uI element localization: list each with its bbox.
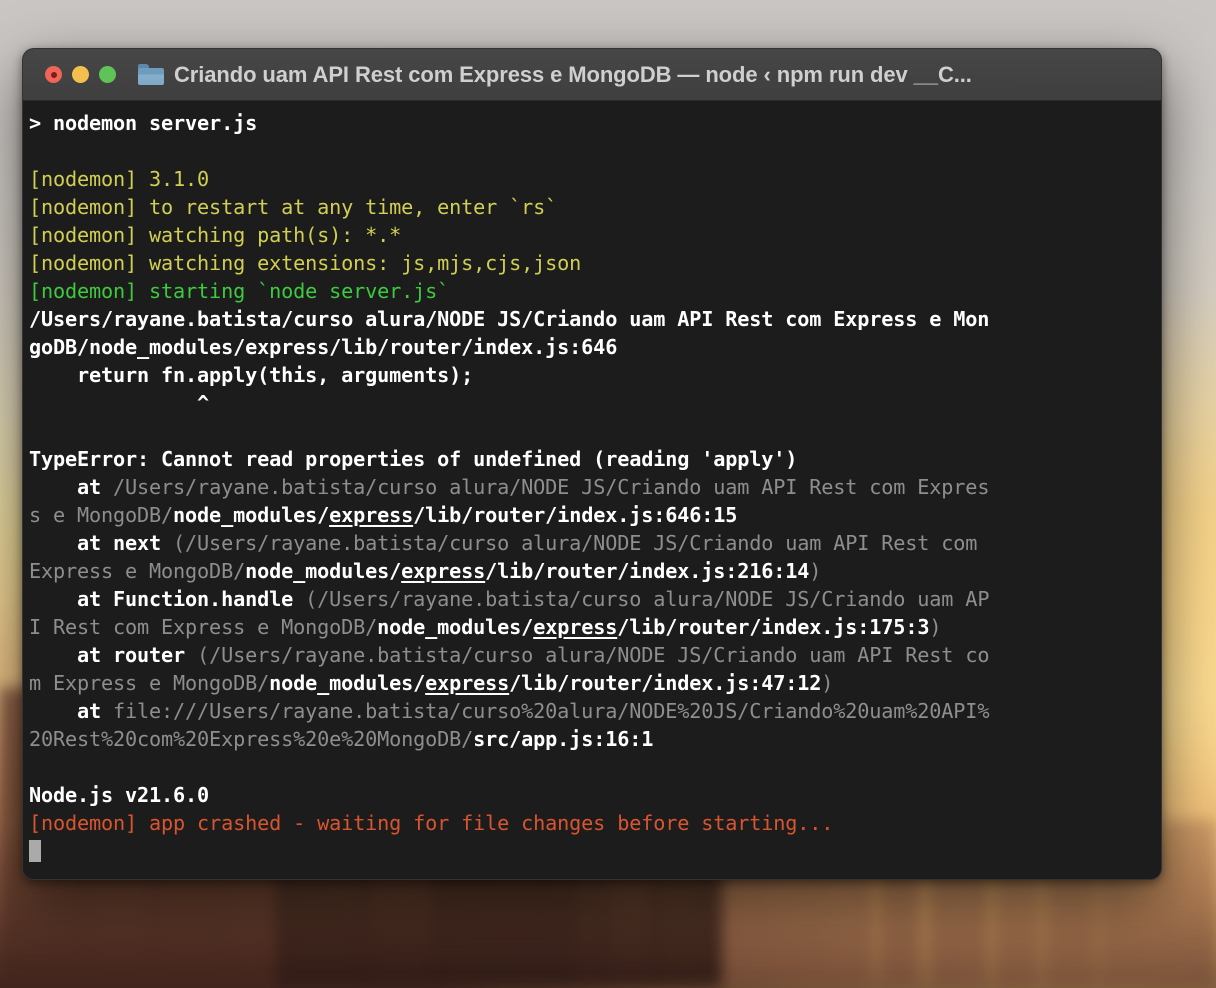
terminal-text-span: express — [401, 559, 486, 583]
terminal-text-span: Express e MongoDB/ — [29, 559, 246, 583]
terminal-text-span: [nodemon] watching path(s): *.* — [29, 223, 402, 247]
terminal-text-span: [nodemon] starting `node server.js` — [29, 279, 450, 303]
maximize-button[interactable] — [99, 66, 116, 83]
terminal-text-span: I Rest com Express e MongoDB/ — [29, 615, 378, 639]
terminal-cursor-line — [29, 837, 1161, 865]
terminal-text-span: ) — [809, 559, 822, 583]
terminal-text-span: /lib/router/index.js:47:12 — [509, 671, 822, 695]
terminal-text-span — [29, 755, 41, 779]
terminal-text-span: ) — [929, 615, 942, 639]
terminal-text-span: /lib/router/index.js:646:15 — [413, 503, 738, 527]
terminal-text-span: goDB/node_modules/express/lib/router/ind… — [29, 335, 618, 359]
terminal-text-span: return fn.apply(this, arguments); — [29, 363, 474, 387]
close-button[interactable] — [45, 66, 62, 83]
terminal-output[interactable]: > nodemon server.js [nodemon] 3.1.0 [node… — [23, 101, 1161, 879]
terminal-line: I Rest com Express e MongoDB/node_module… — [29, 613, 1161, 641]
terminal-text-span: TypeError: Cannot read properties of und… — [29, 447, 798, 471]
terminal-line: Express e MongoDB/node_modules/express/l… — [29, 557, 1161, 585]
terminal-text-span: node_modules/ — [173, 503, 330, 527]
terminal-text-span: at — [29, 699, 114, 723]
terminal-line: at Function.handle (/Users/rayane.batist… — [29, 585, 1161, 613]
terminal-line: ^ — [29, 389, 1161, 417]
window-title: Criando uam API Rest com Express e Mongo… — [174, 61, 972, 87]
terminal-text-span: node_modules/ — [377, 615, 534, 639]
terminal-text-span: /lib/router/index.js:216:14 — [485, 559, 810, 583]
terminal-line — [29, 137, 1161, 165]
terminal-line: Node.js v21.6.0 — [29, 781, 1161, 809]
terminal-line: [nodemon] watching extensions: js,mjs,cj… — [29, 249, 1161, 277]
terminal-text-span: at — [29, 475, 114, 499]
terminal-text-span: express — [329, 503, 414, 527]
terminal-text-span: Node.js v21.6.0 — [29, 783, 210, 807]
terminal-line: TypeError: Cannot read properties of und… — [29, 445, 1161, 473]
terminal-text-span: src/app.js:16:1 — [473, 727, 654, 751]
terminal-line: 20Rest%20com%20Express%20e%20MongoDB/src… — [29, 725, 1161, 753]
terminal-text-span: m Express e MongoDB/ — [29, 671, 270, 695]
desktop-wallpaper: Criando uam API Rest com Express e Mongo… — [0, 0, 1216, 988]
terminal-line: at router (/Users/rayane.batista/curso a… — [29, 641, 1161, 669]
terminal-text-span: /Users/rayane.batista/curso alura/NODE J… — [113, 475, 990, 499]
terminal-line — [29, 753, 1161, 781]
terminal-text-span: at router — [29, 643, 198, 667]
terminal-text-span: (/Users/rayane.batista/curso alura/NODE … — [197, 643, 990, 667]
terminal-window[interactable]: Criando uam API Rest com Express e Mongo… — [22, 48, 1162, 880]
terminal-text-span: s e MongoDB/ — [29, 503, 174, 527]
block-cursor — [29, 840, 41, 862]
terminal-line: [nodemon] app crashed - waiting for file… — [29, 809, 1161, 837]
terminal-text-span: at Function.handle — [29, 587, 306, 611]
terminal-line: [nodemon] 3.1.0 — [29, 165, 1161, 193]
folder-icon — [138, 64, 164, 85]
terminal-text-span: at next — [29, 531, 174, 555]
terminal-line — [29, 417, 1161, 445]
terminal-text-span: /Users/rayane.batista/curso alura/NODE J… — [29, 307, 990, 331]
terminal-line: [nodemon] to restart at any time, enter … — [29, 193, 1161, 221]
window-title-group: Criando uam API Rest com Express e Mongo… — [138, 62, 1149, 88]
terminal-text-span: ^ — [29, 391, 210, 415]
traffic-lights — [45, 66, 116, 83]
minimize-button[interactable] — [72, 66, 89, 83]
terminal-line: m Express e MongoDB/node_modules/express… — [29, 669, 1161, 697]
terminal-line: at file:///Users/rayane.batista/curso%20… — [29, 697, 1161, 725]
terminal-text-span: express — [425, 671, 510, 695]
terminal-text-span: [nodemon] 3.1.0 — [29, 167, 210, 191]
terminal-line: return fn.apply(this, arguments); — [29, 361, 1161, 389]
terminal-text-span: [nodemon] app crashed - waiting for file… — [29, 811, 834, 835]
terminal-line: s e MongoDB/node_modules/express/lib/rou… — [29, 501, 1161, 529]
terminal-text-span: node_modules/ — [245, 559, 402, 583]
terminal-text-span: /lib/router/index.js:175:3 — [617, 615, 930, 639]
terminal-text-span: > nodemon server.js — [29, 111, 258, 135]
terminal-line: [nodemon] starting `node server.js` — [29, 277, 1161, 305]
terminal-text-span: file:///Users/rayane.batista/curso%20alu… — [113, 699, 990, 723]
terminal-line: [nodemon] watching path(s): *.* — [29, 221, 1161, 249]
terminal-line: > nodemon server.js — [29, 109, 1161, 137]
terminal-text-span: node_modules/ — [269, 671, 426, 695]
terminal-text-span: 20Rest%20com%20Express%20e%20MongoDB/ — [29, 727, 474, 751]
close-icon — [50, 71, 57, 78]
terminal-line: /Users/rayane.batista/curso alura/NODE J… — [29, 305, 1161, 333]
terminal-text-span: [nodemon] watching extensions: js,mjs,cj… — [29, 251, 582, 275]
terminal-text-span: [nodemon] to restart at any time, enter … — [29, 195, 558, 219]
window-titlebar[interactable]: Criando uam API Rest com Express e Mongo… — [23, 49, 1161, 101]
terminal-text-span: (/Users/rayane.batista/curso alura/NODE … — [173, 531, 978, 555]
terminal-text-span: express — [533, 615, 618, 639]
terminal-text-span — [29, 419, 41, 443]
terminal-line: at next (/Users/rayane.batista/curso alu… — [29, 529, 1161, 557]
terminal-text-span: ) — [821, 671, 834, 695]
terminal-text-span — [29, 139, 41, 163]
terminal-line: at /Users/rayane.batista/curso alura/NOD… — [29, 473, 1161, 501]
terminal-line: goDB/node_modules/express/lib/router/ind… — [29, 333, 1161, 361]
terminal-text-span: (/Users/rayane.batista/curso alura/NODE … — [305, 587, 990, 611]
